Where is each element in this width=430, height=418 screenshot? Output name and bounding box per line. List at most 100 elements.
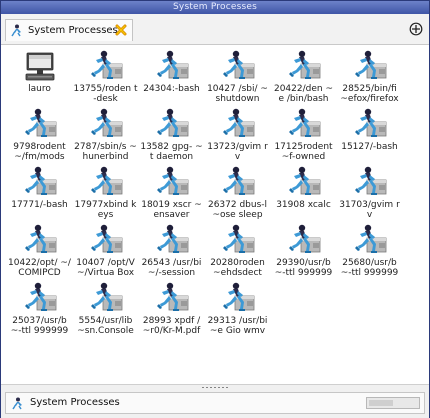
process-icon xyxy=(88,282,124,316)
process-icon-view[interactable]: lauro 13755/roden t-desk 24304:-bash 10427 … xyxy=(1,45,429,382)
process-item-label: 10422/opt/ ~/COMIPCD xyxy=(8,258,71,278)
process-icon xyxy=(220,166,256,200)
process-icon xyxy=(220,50,256,84)
process-item-label: 18019 xscr ~ensaver xyxy=(141,200,202,220)
process-icon xyxy=(154,108,190,142)
process-item[interactable]: 5554/usr/lib ~sn.Console xyxy=(73,282,138,340)
process-icon xyxy=(286,166,322,200)
process-item-label: 10407 /opt/V ~/Virtua Box xyxy=(76,258,135,278)
process-icon xyxy=(88,50,124,84)
process-window: System Processes System Processes lauro 1… xyxy=(0,0,430,418)
process-item[interactable]: 15127/-bash xyxy=(337,108,402,166)
process-icon xyxy=(154,166,190,200)
process-item-label: 26372 dbus-l ~ose sleep xyxy=(207,200,268,220)
process-item-label: 17125rodent ~f-owned xyxy=(274,142,333,162)
process-item[interactable]: 28993 xpdf / ~r0/Kr-M.pdf xyxy=(139,282,204,340)
process-item[interactable]: 10407 /opt/V ~/Virtua Box xyxy=(73,224,138,282)
process-item-label: 9798rodent ~/fm/mods xyxy=(13,142,66,162)
process-item[interactable]: 13582 gpg- ~t daemon xyxy=(139,108,204,166)
process-item-label: 15127/-bash xyxy=(341,142,398,152)
process-icon xyxy=(154,282,190,316)
process-icon xyxy=(154,50,190,84)
process-icon xyxy=(88,166,124,200)
process-item-label: 10427 /sbi/ ~shutdown xyxy=(207,84,268,104)
process-icon xyxy=(286,50,322,84)
resize-grip[interactable] xyxy=(201,386,229,389)
process-icon xyxy=(286,108,322,142)
status-text: System Processes xyxy=(30,397,120,408)
process-icon xyxy=(352,224,388,258)
process-icon xyxy=(220,108,256,142)
process-icon xyxy=(352,108,388,142)
process-icon xyxy=(22,224,58,258)
process-item[interactable]: 29313 /usr/bi ~e Gio wmv xyxy=(205,282,270,340)
process-icon xyxy=(22,166,58,200)
process-item[interactable]: 10422/opt/ ~/COMIPCD xyxy=(7,224,72,282)
process-item[interactable]: 25037/usr/b ~-ttl 999999 xyxy=(7,282,72,340)
process-item-label: 5554/usr/lib ~sn.Console xyxy=(77,316,134,336)
status-scroll-thumb[interactable] xyxy=(369,400,393,406)
process-item-label: 20280roden ~ehdsdect xyxy=(210,258,265,278)
process-item[interactable]: 17977xbind keys xyxy=(73,166,138,224)
tab-system-processes[interactable]: System Processes xyxy=(5,19,133,41)
status-scrollbar[interactable] xyxy=(366,397,420,409)
process-item[interactable]: 25680/usr/b ~-ttl 999999 xyxy=(337,224,402,282)
process-item[interactable]: 17125rodent ~f-owned xyxy=(271,108,336,166)
process-item[interactable]: 29390/usr/b ~-ttl 999999 xyxy=(271,224,336,282)
processes-status-icon xyxy=(12,397,22,410)
process-item-label: 28525/bin/fi ~efox/firefox xyxy=(340,84,399,104)
process-icon xyxy=(352,166,388,200)
process-item[interactable]: 31703/gvim rv xyxy=(337,166,402,224)
process-item[interactable]: 31908 xcalc xyxy=(271,166,336,224)
process-item-label: 28993 xpdf / ~r0/Kr-M.pdf xyxy=(142,316,201,336)
process-item[interactable]: 2787/sbin/s ~hunerbind xyxy=(73,108,138,166)
status-bar: System Processes xyxy=(1,384,429,418)
status-panel: System Processes xyxy=(5,392,425,414)
process-item-label: 13723/gvim rv xyxy=(207,142,268,162)
process-item-label: 13755/roden t-desk xyxy=(73,84,138,104)
process-item-label: 31703/gvim rv xyxy=(339,200,400,220)
process-item[interactable]: 28525/bin/fi ~efox/firefox xyxy=(337,50,402,108)
process-item-label: 24304:-bash xyxy=(143,84,200,94)
process-item-label: 13582 gpg- ~t daemon xyxy=(140,142,203,162)
process-item[interactable]: 13723/gvim rv xyxy=(205,108,270,166)
process-item-label: 20422/den ~e /bin/bash xyxy=(273,84,334,104)
process-icon xyxy=(286,224,322,258)
process-icon xyxy=(220,224,256,258)
tab-label: System Processes xyxy=(28,25,118,36)
process-grid: lauro 13755/roden t-desk 24304:-bash 10427 … xyxy=(7,50,422,340)
process-item[interactable]: 10427 /sbi/ ~shutdown xyxy=(205,50,270,108)
process-icon xyxy=(220,282,256,316)
process-item-label: 2787/sbin/s ~hunerbind xyxy=(74,142,137,162)
process-item[interactable]: 20422/den ~e /bin/bash xyxy=(271,50,336,108)
process-icon xyxy=(22,108,58,142)
window-title: System Processes xyxy=(1,1,429,14)
process-item-label: 29390/usr/b ~-ttl 999999 xyxy=(274,258,333,278)
process-item[interactable]: 26372 dbus-l ~ose sleep xyxy=(205,166,270,224)
process-item[interactable]: lauro xyxy=(7,50,72,108)
process-icon xyxy=(88,224,124,258)
process-item-label: 25037/usr/b ~-ttl 999999 xyxy=(10,316,69,336)
process-icon xyxy=(154,224,190,258)
process-item-label: 31908 xcalc xyxy=(276,200,331,210)
tab-bar: System Processes xyxy=(1,14,429,45)
process-item-label: 26543 /usr/bi ~/-session xyxy=(141,258,202,278)
process-item[interactable]: 9798rodent ~/fm/mods xyxy=(7,108,72,166)
process-item[interactable]: 18019 xscr ~ensaver xyxy=(139,166,204,224)
process-item[interactable]: 26543 /usr/bi ~/-session xyxy=(139,224,204,282)
process-icon xyxy=(88,108,124,142)
process-item[interactable]: 20280roden ~ehdsdect xyxy=(205,224,270,282)
process-icon xyxy=(22,282,58,316)
computer-icon xyxy=(22,50,58,84)
process-item-label: 25680/usr/b ~-ttl 999999 xyxy=(340,258,399,278)
process-icon xyxy=(352,50,388,84)
process-item[interactable]: 24304:-bash xyxy=(139,50,204,108)
process-item[interactable]: 13755/roden t-desk xyxy=(73,50,138,108)
add-tab-icon[interactable] xyxy=(409,22,423,36)
process-item-label: lauro xyxy=(28,84,51,94)
process-item-label: 17771/-bash xyxy=(11,200,68,210)
processes-tab-icon xyxy=(11,24,21,37)
process-item[interactable]: 17771/-bash xyxy=(7,166,72,224)
close-tab-icon[interactable] xyxy=(115,24,127,36)
process-item-label: 17977xbind keys xyxy=(74,200,137,220)
